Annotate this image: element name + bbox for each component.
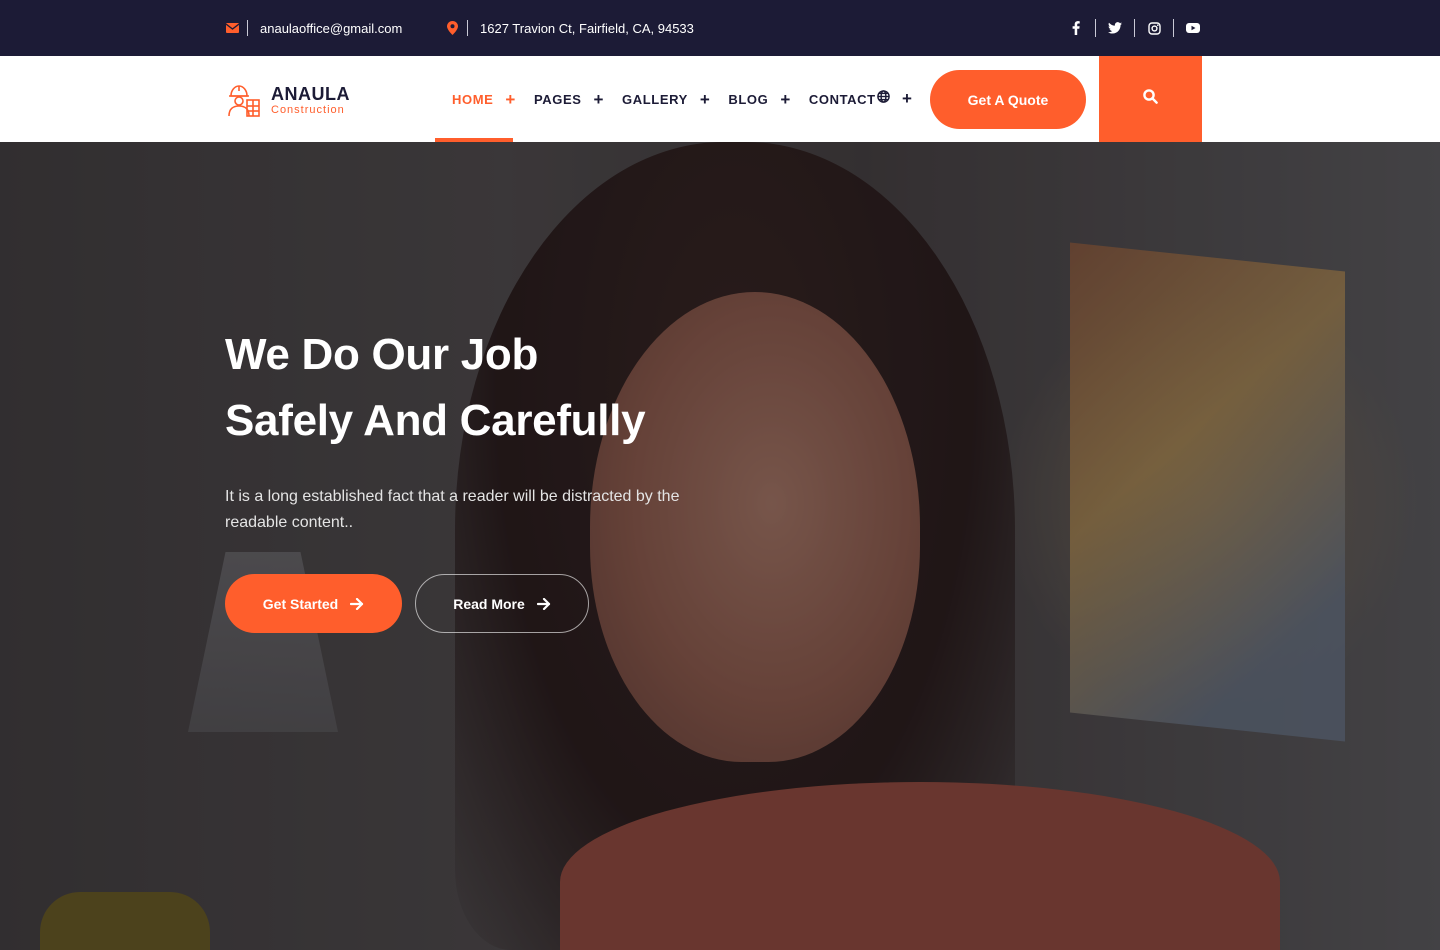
get-started-label: Get Started	[262, 595, 339, 612]
top-address: 1627 Travion Ct, Fairfield, CA, 94533	[445, 0, 694, 56]
brand-logo[interactable]: ANAULA Construction	[225, 82, 350, 118]
map-pin-icon	[445, 21, 459, 35]
nav-item-contact[interactable]: CONTACT	[809, 56, 876, 142]
search-button[interactable]	[1099, 56, 1202, 142]
construction-worker-icon	[225, 82, 261, 118]
social-links	[1067, 0, 1202, 56]
divider	[1095, 19, 1096, 37]
arrow-right-icon	[350, 597, 364, 610]
nav-item-label: HOME	[452, 91, 494, 107]
youtube-icon[interactable]	[1184, 19, 1202, 37]
language-selector[interactable]: +	[877, 56, 912, 142]
facebook-icon[interactable]	[1067, 19, 1085, 37]
nav-item-label: GALLERY	[622, 91, 688, 107]
divider	[1173, 19, 1174, 37]
plus-icon: +	[505, 89, 516, 109]
divider	[247, 20, 248, 36]
hero-title-line2: Safely And Carefully	[225, 396, 646, 445]
hero-buttons: Get Started Read More	[225, 574, 845, 633]
nav-item-label: BLOG	[728, 91, 769, 107]
nav-item-pages[interactable]: PAGES +	[534, 56, 604, 142]
nav-item-label: CONTACT	[808, 91, 876, 107]
plus-icon: +	[699, 89, 711, 109]
hero-content: We Do Our Job Safely And Carefully It is…	[225, 322, 845, 633]
twitter-icon[interactable]	[1106, 19, 1124, 37]
email-text: anaulaoffice@gmail.com	[260, 20, 403, 36]
plus-icon: +	[902, 89, 912, 108]
main-navbar: ANAULA Construction HOME + PAGES + GALLE…	[0, 56, 1440, 142]
instagram-icon[interactable]	[1145, 19, 1163, 37]
search-icon	[1143, 89, 1158, 109]
globe-icon	[877, 90, 890, 108]
nav-item-home[interactable]: HOME +	[435, 56, 516, 142]
read-more-label: Read More	[453, 595, 525, 612]
hero-description: It is a long established fact that a rea…	[225, 488, 680, 531]
divider	[1134, 19, 1135, 37]
divider	[467, 20, 468, 36]
hero-title: We Do Our Job Safely And Carefully	[225, 322, 845, 454]
plus-icon: +	[593, 89, 605, 109]
address-text: 1627 Travion Ct, Fairfield, CA, 94533	[480, 20, 694, 36]
brand-name: ANAULA	[271, 84, 350, 104]
nav-item-label: PAGES	[533, 91, 582, 107]
plus-icon: +	[780, 89, 791, 109]
top-bar: anaulaoffice@gmail.com 1627 Travion Ct, …	[0, 0, 1440, 56]
main-menu: HOME + PAGES + GALLERY + BLOG + CONTACT	[435, 56, 894, 142]
nav-item-gallery[interactable]: GALLERY +	[622, 56, 710, 142]
brand-tagline: Construction	[271, 104, 345, 116]
read-more-button[interactable]: Read More	[415, 574, 589, 633]
envelope-icon	[225, 21, 239, 35]
get-started-button[interactable]: Get Started	[225, 574, 402, 633]
top-email[interactable]: anaulaoffice@gmail.com	[225, 0, 402, 56]
get-a-quote-button[interactable]: Get A Quote	[930, 70, 1086, 129]
hero-title-line1: We Do Our Job	[225, 330, 539, 379]
arrow-right-icon	[536, 597, 551, 610]
hero-banner: We Do Our Job Safely And Carefully It is…	[0, 142, 1440, 950]
nav-item-blog[interactable]: BLOG +	[728, 56, 790, 142]
